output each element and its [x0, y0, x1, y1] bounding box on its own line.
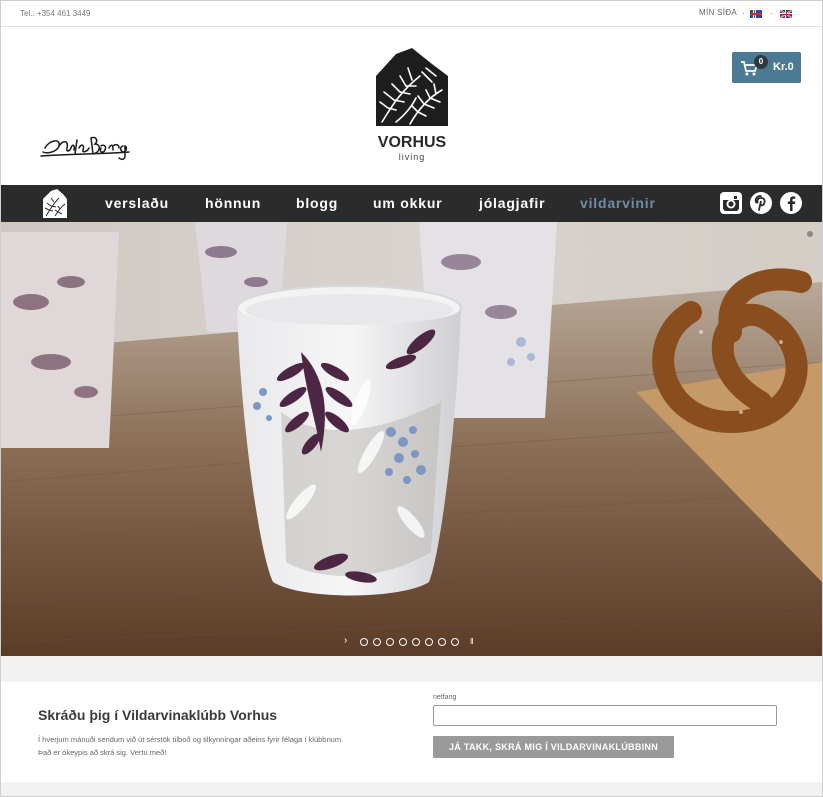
separator-dot: ·: [770, 9, 773, 18]
cart-amount: Kr.0: [773, 61, 794, 73]
slider-dot[interactable]: [451, 638, 459, 646]
main-nav: verslaðu hönnun blogg um okkur jólagjafi…: [1, 185, 822, 222]
signup-submit-button[interactable]: JÁ TAKK, SKRÁ MIG Í VILDARVINAKLÚBBINN: [433, 736, 674, 758]
hero-slide-image: [1, 222, 822, 656]
newsletter-signup: Skráðu þig í Vildarvinaklúbb Vorhus Í hv…: [1, 682, 822, 782]
signup-description: Í hverjum mánuði sendum við út sérstök t…: [38, 733, 398, 759]
nav-item-loyalty[interactable]: vildarvinir: [580, 195, 656, 211]
nav-item-design[interactable]: hönnun: [205, 195, 261, 211]
slider-dot[interactable]: [438, 638, 446, 646]
my-site-link[interactable]: MÍN SÍÐA: [699, 8, 737, 17]
phone-number[interactable]: Tel.: +354 461 3449: [20, 9, 91, 18]
slider-dot[interactable]: [399, 638, 407, 646]
section-divider: [1, 656, 822, 682]
signup-text-line-1: Í hverjum mánuði sendum við út sérstök t…: [38, 735, 344, 744]
iceland-flag-icon[interactable]: [750, 10, 762, 18]
uk-flag-icon[interactable]: [780, 10, 792, 18]
slider-dot[interactable]: [373, 638, 381, 646]
slider-dot[interactable]: [360, 638, 368, 646]
pinterest-icon[interactable]: [749, 191, 773, 215]
footer-strip: [1, 782, 822, 796]
nav-item-christmas-gifts[interactable]: jólagjafir: [479, 195, 545, 211]
slider-pause-icon[interactable]: II: [470, 637, 474, 646]
vorhus-logo[interactable]: VORHUS living: [366, 46, 458, 164]
brand-sub: living: [399, 152, 426, 162]
cart-button[interactable]: 0 Kr.0: [732, 52, 801, 83]
slider-dot[interactable]: [412, 638, 420, 646]
brand-name: VORHUS: [378, 134, 447, 151]
separator-dot: ·: [742, 9, 745, 18]
page: Tel.: +354 461 3449 MÍN SÍÐA · · VORHUS …: [0, 0, 823, 797]
slider-dot[interactable]: [386, 638, 394, 646]
slider-dot[interactable]: [425, 638, 433, 646]
facebook-icon[interactable]: [779, 191, 803, 215]
email-label: netfang: [433, 694, 457, 701]
slider-side-dot[interactable]: [807, 231, 813, 237]
nav-item-blog[interactable]: blogg: [296, 195, 338, 211]
nav-item-shop[interactable]: verslaðu: [105, 195, 169, 211]
site-header: VORHUS living 0 Kr.0: [1, 28, 822, 185]
cart-count-badge: 0: [754, 55, 768, 69]
top-utility-bar: Tel.: +354 461 3449 MÍN SÍÐA · ·: [1, 1, 822, 27]
hero-slider[interactable]: [1, 222, 822, 656]
instagram-icon[interactable]: [719, 191, 743, 215]
signup-text-line-2: Það er ókeypis að skrá sig. Vertu með!: [38, 748, 167, 757]
email-field[interactable]: [433, 705, 777, 726]
nav-item-about[interactable]: um okkur: [373, 195, 442, 211]
slider-next-icon[interactable]: ›: [344, 635, 347, 646]
signup-title: Skráðu þig í Vildarvinaklúbb Vorhus: [38, 707, 278, 723]
signature-logo[interactable]: [39, 126, 139, 166]
nav-home-logo-icon[interactable]: [41, 188, 69, 220]
